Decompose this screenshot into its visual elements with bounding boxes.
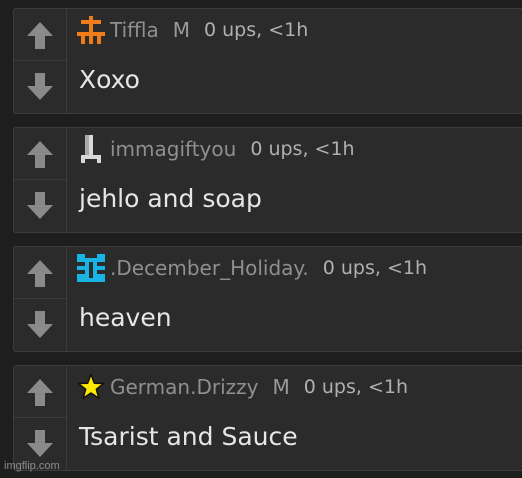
downvote-button[interactable] (14, 180, 66, 232)
upvote-button[interactable] (14, 9, 66, 61)
gray-pixel-avatar-icon (81, 135, 101, 163)
avatar[interactable] (76, 372, 106, 402)
upvote-button[interactable] (14, 128, 66, 180)
comment-content: Tiffla M 0 ups, <1h Xoxo (68, 9, 522, 113)
gender-badge: M (172, 18, 191, 42)
upvote-count: 0 ups, <1h (303, 376, 408, 398)
vote-column (14, 9, 67, 113)
comment-content: .December_Holiday. 0 ups, <1h heaven (68, 247, 522, 351)
comment-item: immagiftyou 0 ups, <1h jehlo and soap (13, 127, 522, 233)
avatar[interactable] (76, 253, 106, 283)
orange-pixel-avatar-icon (77, 16, 105, 44)
comment-item: .December_Holiday. 0 ups, <1h heaven (13, 246, 522, 352)
comment-text: heaven (79, 303, 172, 332)
username[interactable]: Tiffla (110, 18, 159, 42)
arrow-up-icon (27, 21, 53, 49)
username[interactable]: immagiftyou (110, 137, 236, 161)
upvote-count: 0 ups, <1h (250, 138, 355, 160)
username[interactable]: .December_Holiday. (110, 256, 309, 280)
vote-column (14, 247, 67, 351)
comment-content: German.Drizzy M 0 ups, <1h Tsarist and S… (68, 366, 522, 470)
upvote-button[interactable] (14, 366, 66, 418)
arrow-up-icon (27, 378, 53, 406)
arrow-up-icon (27, 140, 53, 168)
comment-list: Tiffla M 0 ups, <1h Xoxo immagiftyou 0 u… (0, 0, 522, 478)
comment-item: German.Drizzy M 0 ups, <1h Tsarist and S… (13, 365, 522, 471)
comment-content: immagiftyou 0 ups, <1h jehlo and soap (68, 128, 522, 232)
arrow-up-icon (27, 259, 53, 287)
comment-text: Xoxo (79, 65, 140, 94)
avatar[interactable] (76, 15, 106, 45)
upvote-count: 0 ups, <1h (204, 19, 309, 41)
arrow-down-icon (27, 430, 53, 457)
arrow-down-icon (27, 73, 53, 100)
comment-item: Tiffla M 0 ups, <1h Xoxo (13, 8, 522, 114)
downvote-button[interactable] (14, 299, 66, 351)
comment-meta: Tiffla M 0 ups, <1h (76, 15, 308, 45)
comment-meta: immagiftyou 0 ups, <1h (76, 134, 355, 164)
cyan-pixel-avatar-icon (77, 254, 105, 282)
arrow-down-icon (27, 192, 53, 219)
vote-column (14, 366, 67, 470)
star-icon (77, 373, 105, 399)
watermark: imgflip.com (4, 460, 60, 472)
arrow-down-icon (27, 311, 53, 338)
vote-column (14, 128, 67, 232)
comment-meta: German.Drizzy M 0 ups, <1h (76, 372, 408, 402)
username[interactable]: German.Drizzy (110, 375, 258, 399)
comment-text: Tsarist and Sauce (79, 422, 298, 451)
comment-text: jehlo and soap (79, 184, 262, 213)
gender-badge: M (272, 375, 290, 399)
comment-meta: .December_Holiday. 0 ups, <1h (76, 253, 427, 283)
upvote-button[interactable] (14, 247, 66, 299)
downvote-button[interactable] (14, 61, 66, 113)
upvote-count: 0 ups, <1h (322, 257, 428, 279)
avatar[interactable] (76, 134, 106, 164)
